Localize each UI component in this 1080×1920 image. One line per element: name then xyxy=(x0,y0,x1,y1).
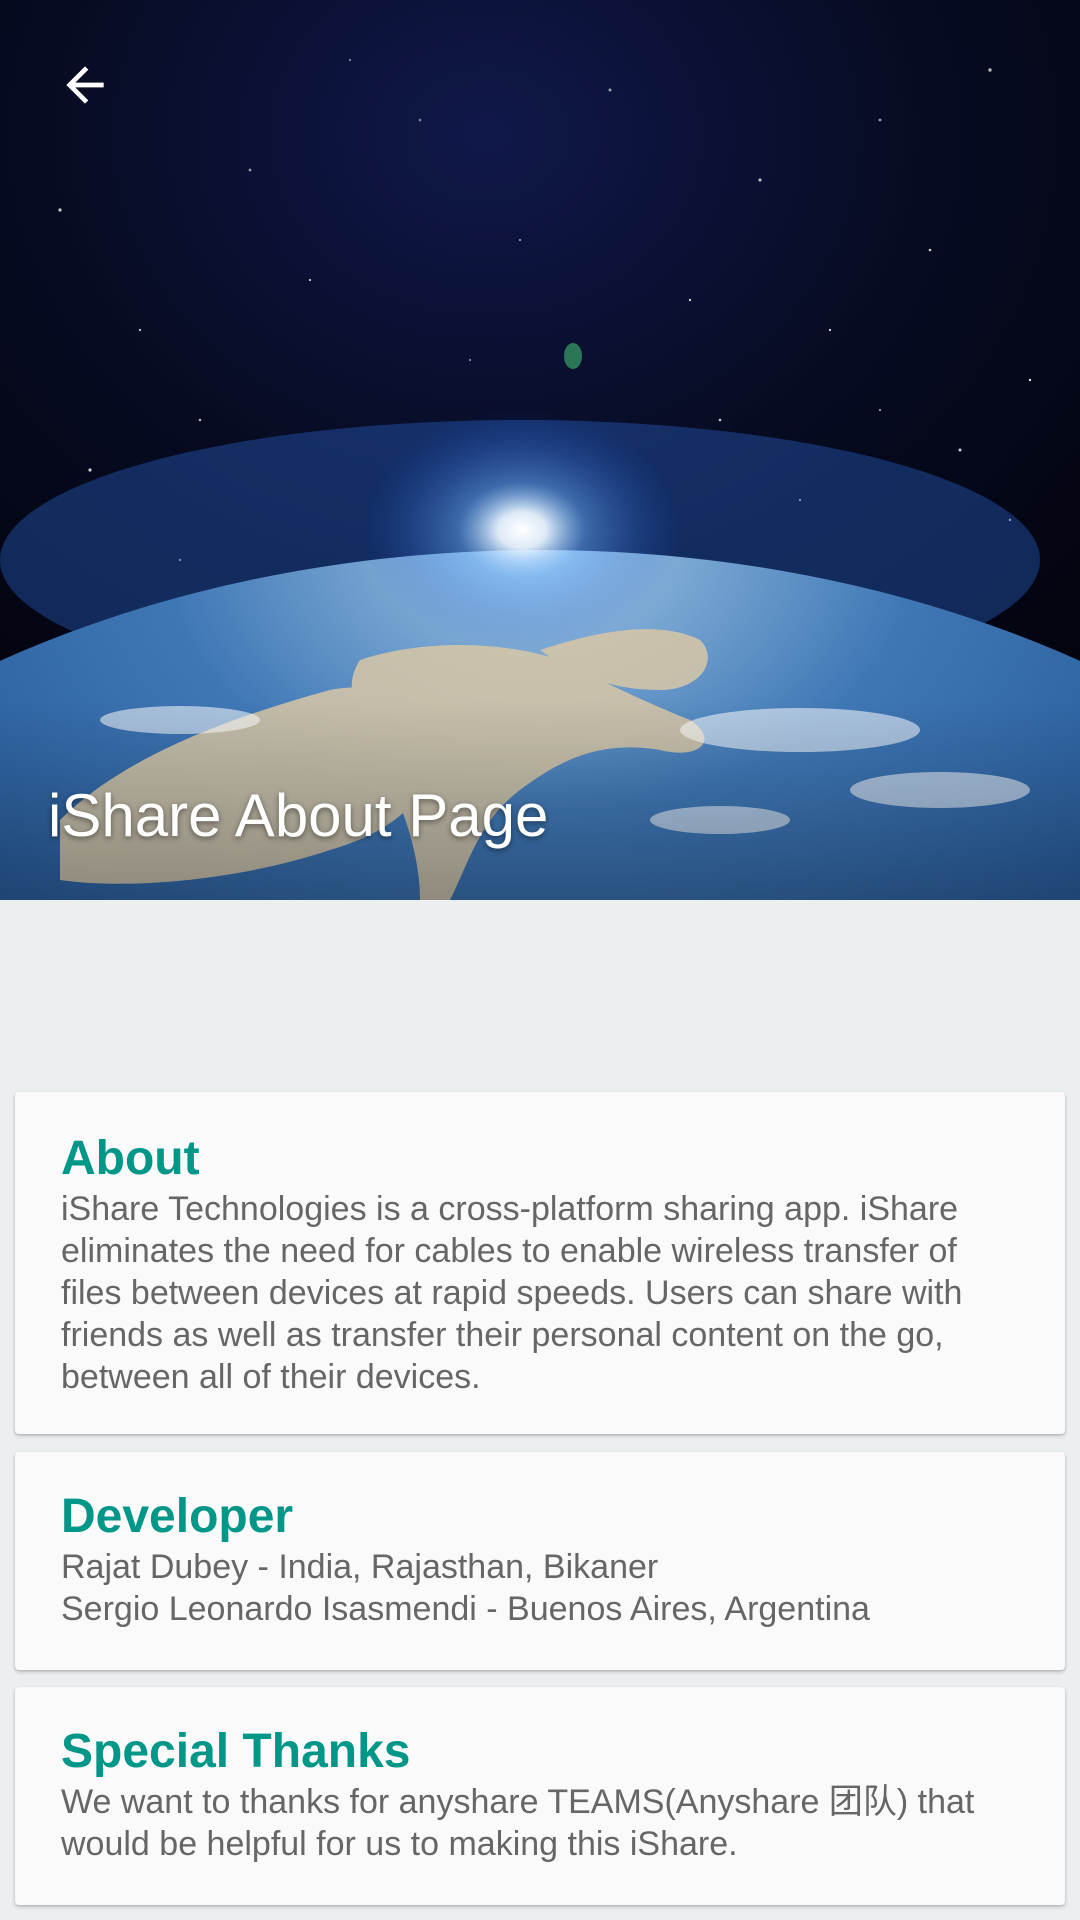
arrow-back-icon xyxy=(66,66,104,104)
special-thanks-card-body: We want to thanks for anyshare TEAMS(Any… xyxy=(61,1783,975,1863)
developer-card-title: Developer xyxy=(61,1490,294,1543)
special-thanks-card: Special Thanks We want to thanks for any… xyxy=(15,1687,1065,1905)
about-card: About iShare Technologies is a cross-pla… xyxy=(15,1092,1065,1434)
earth-space-image xyxy=(0,0,1080,900)
back-button[interactable] xyxy=(40,40,130,130)
developer-line: Sergio Leonardo Isasmendi - Buenos Aires… xyxy=(61,1590,870,1628)
header-hero: iShare About Page xyxy=(0,0,1080,900)
developer-line: Rajat Dubey - India, Rajasthan, Bikaner xyxy=(61,1548,659,1586)
special-thanks-card-title: Special Thanks xyxy=(61,1725,411,1778)
about-card-title: About xyxy=(61,1132,200,1185)
about-card-body: iShare Technologies is a cross-platform … xyxy=(61,1190,963,1396)
developer-card-body: Rajat Dubey - India, Rajasthan, Bikaner … xyxy=(61,1546,1019,1630)
developer-card: Developer Rajat Dubey - India, Rajasthan… xyxy=(15,1452,1065,1670)
page-title: iShare About Page xyxy=(48,782,549,849)
